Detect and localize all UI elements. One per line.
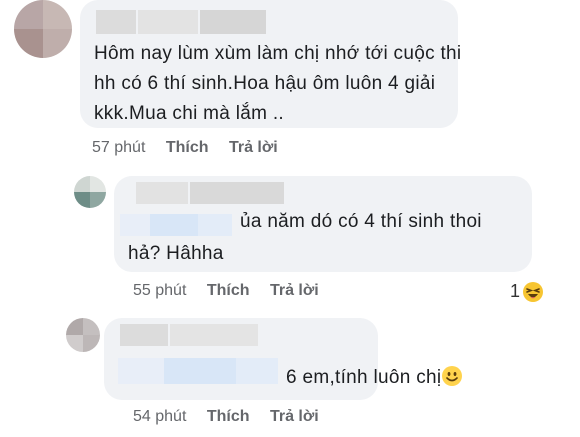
commenter-name[interactable]: [136, 182, 284, 204]
comment-text-line: 6 em,tính luôn chị: [286, 364, 463, 392]
like-button[interactable]: Thích: [207, 282, 250, 299]
avatar[interactable]: [14, 0, 72, 58]
comment-time[interactable]: 55 phút: [133, 282, 186, 299]
comment-time[interactable]: 57 phút: [92, 139, 145, 156]
comment-meta: 55 phút Thích Trả lời: [133, 282, 319, 300]
mentioned-user[interactable]: [118, 358, 278, 384]
comment-text-line: kkk.Mua chi mà lắm ..: [94, 103, 285, 124]
avatar[interactable]: [66, 318, 100, 352]
commenter-name[interactable]: [120, 324, 258, 346]
avatar[interactable]: [74, 176, 106, 208]
comment-time[interactable]: 54 phút: [133, 408, 186, 425]
reply-button[interactable]: Trả lời: [270, 408, 319, 425]
commenter-name[interactable]: [96, 10, 266, 34]
comment-meta: 57 phút Thích Trả lời: [92, 139, 278, 157]
comment-text-line: hh có 6 thí sinh.Hoa hậu ôm luôn 4 giải: [94, 73, 436, 94]
smiling-emoji-icon: [442, 366, 463, 386]
comment-text-line: ủa năm dó có 4 thí sinh thoi: [240, 211, 482, 232]
comment-meta: 54 phút Thích Trả lời: [133, 408, 319, 426]
reaction-count: 1: [510, 281, 521, 301]
mentioned-user[interactable]: [120, 214, 232, 236]
comment-text-line: Hôm nay lùm xùm làm chị nhớ tới cuộc thi: [94, 43, 462, 64]
reaction-summary[interactable]: 1: [510, 281, 544, 302]
reply-button[interactable]: Trả lời: [229, 139, 278, 156]
like-button[interactable]: Thích: [166, 139, 209, 156]
reply-button[interactable]: Trả lời: [270, 282, 319, 299]
comment-text-line: hả? Hâhha: [128, 243, 224, 264]
like-button[interactable]: Thích: [207, 408, 250, 425]
laughing-emoji-icon: [523, 281, 544, 302]
